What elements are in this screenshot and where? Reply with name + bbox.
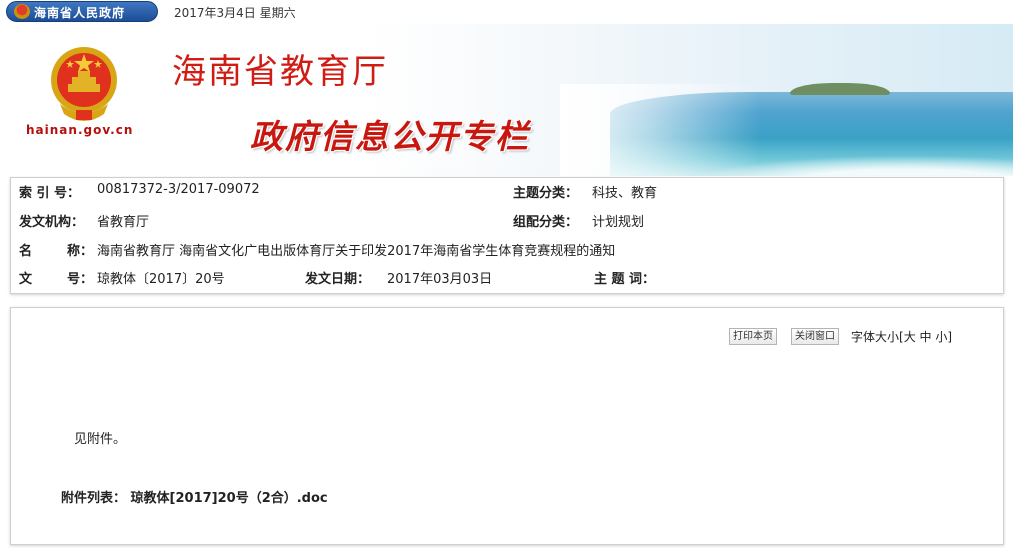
- font-size-medium[interactable]: 中: [920, 330, 932, 344]
- site-title: 海南省教育厅: [172, 52, 388, 92]
- top-bar: 海南省人民政府 2017年3月4日 星期六: [0, 0, 1013, 24]
- national-emblem-icon: [51, 47, 117, 121]
- header-banner: hainan.gov.cn 海南省教育厅 政府信息公开专栏: [0, 24, 1013, 176]
- font-size-suffix: ]: [947, 330, 953, 344]
- portal-label: 海南省人民政府: [34, 6, 126, 20]
- group-label: 组配分类：: [513, 215, 579, 230]
- attachment-list: 附件列表： 琼教体[2017]20号（2合）.doc: [61, 487, 328, 506]
- name-label-first: 名: [19, 244, 33, 259]
- metadata-row-docno: 文 号： 琼教体〔2017〕20号 发文日期： 2017年03月03日 主 题 …: [11, 268, 1005, 296]
- font-size-switcher: 字体大小[大 中 小]: [851, 328, 952, 345]
- small-emblem-icon: [14, 4, 30, 19]
- docno-label-first: 文: [19, 272, 33, 287]
- attachment-link[interactable]: 琼教体[2017]20号（2合）.doc: [131, 491, 328, 506]
- font-size-large[interactable]: 大: [904, 330, 916, 344]
- group-value: 计划规划: [592, 215, 645, 230]
- issuer-label: 发文机构：: [19, 215, 85, 230]
- domain-label: hainan.gov.cn: [26, 123, 134, 137]
- topic-label: 主题分类：: [513, 186, 579, 201]
- font-size-prefix: 字体大小[: [851, 330, 904, 344]
- portal-link-hainan-government[interactable]: 海南省人民政府: [6, 1, 158, 22]
- column-title: 政府信息公开专栏: [250, 117, 530, 156]
- metadata-row-index: 索 引 号： 00817372-3/2017-09072 主题分类： 科技、教育: [11, 182, 1005, 210]
- document-number: 琼教体〔2017〕20号: [97, 272, 225, 287]
- index-label: 索 引 号：: [19, 186, 81, 201]
- index-value: 00817372-3/2017-09072: [97, 182, 260, 197]
- island-scenery: [790, 83, 890, 95]
- issue-date-label: 发文日期：: [305, 272, 371, 287]
- keywords-label: 主 题 词：: [594, 272, 656, 287]
- print-page-button[interactable]: 打印本页: [729, 328, 777, 345]
- close-window-button[interactable]: 关闭窗口: [791, 328, 839, 345]
- document-name: 海南省教育厅 海南省文化广电出版体育厅关于印发2017年海南省学生体育竞赛规程的…: [97, 244, 616, 259]
- attachment-list-label: 附件列表：: [61, 491, 127, 506]
- name-label-second: 称：: [67, 244, 94, 259]
- document-metadata-panel: 索 引 号： 00817372-3/2017-09072 主题分类： 科技、教育…: [10, 177, 1004, 294]
- topic-value: 科技、教育: [592, 186, 658, 201]
- document-body-text: 见附件。: [74, 432, 127, 447]
- current-date: 2017年3月4日 星期六: [174, 6, 296, 20]
- issue-date-value: 2017年03月03日: [387, 272, 493, 287]
- metadata-row-issuer: 发文机构： 省教育厅 组配分类： 计划规划: [11, 211, 1005, 239]
- font-size-small[interactable]: 小: [935, 330, 947, 344]
- document-content-panel: 打印本页 关闭窗口 字体大小[大 中 小] 见附件。 附件列表： 琼教体[201…: [10, 307, 1004, 545]
- issuer-value: 省教育厅: [97, 215, 150, 230]
- docno-label-second: 号：: [67, 272, 94, 287]
- metadata-row-name: 名 称： 海南省教育厅 海南省文化广电出版体育厅关于印发2017年海南省学生体育…: [11, 240, 1005, 268]
